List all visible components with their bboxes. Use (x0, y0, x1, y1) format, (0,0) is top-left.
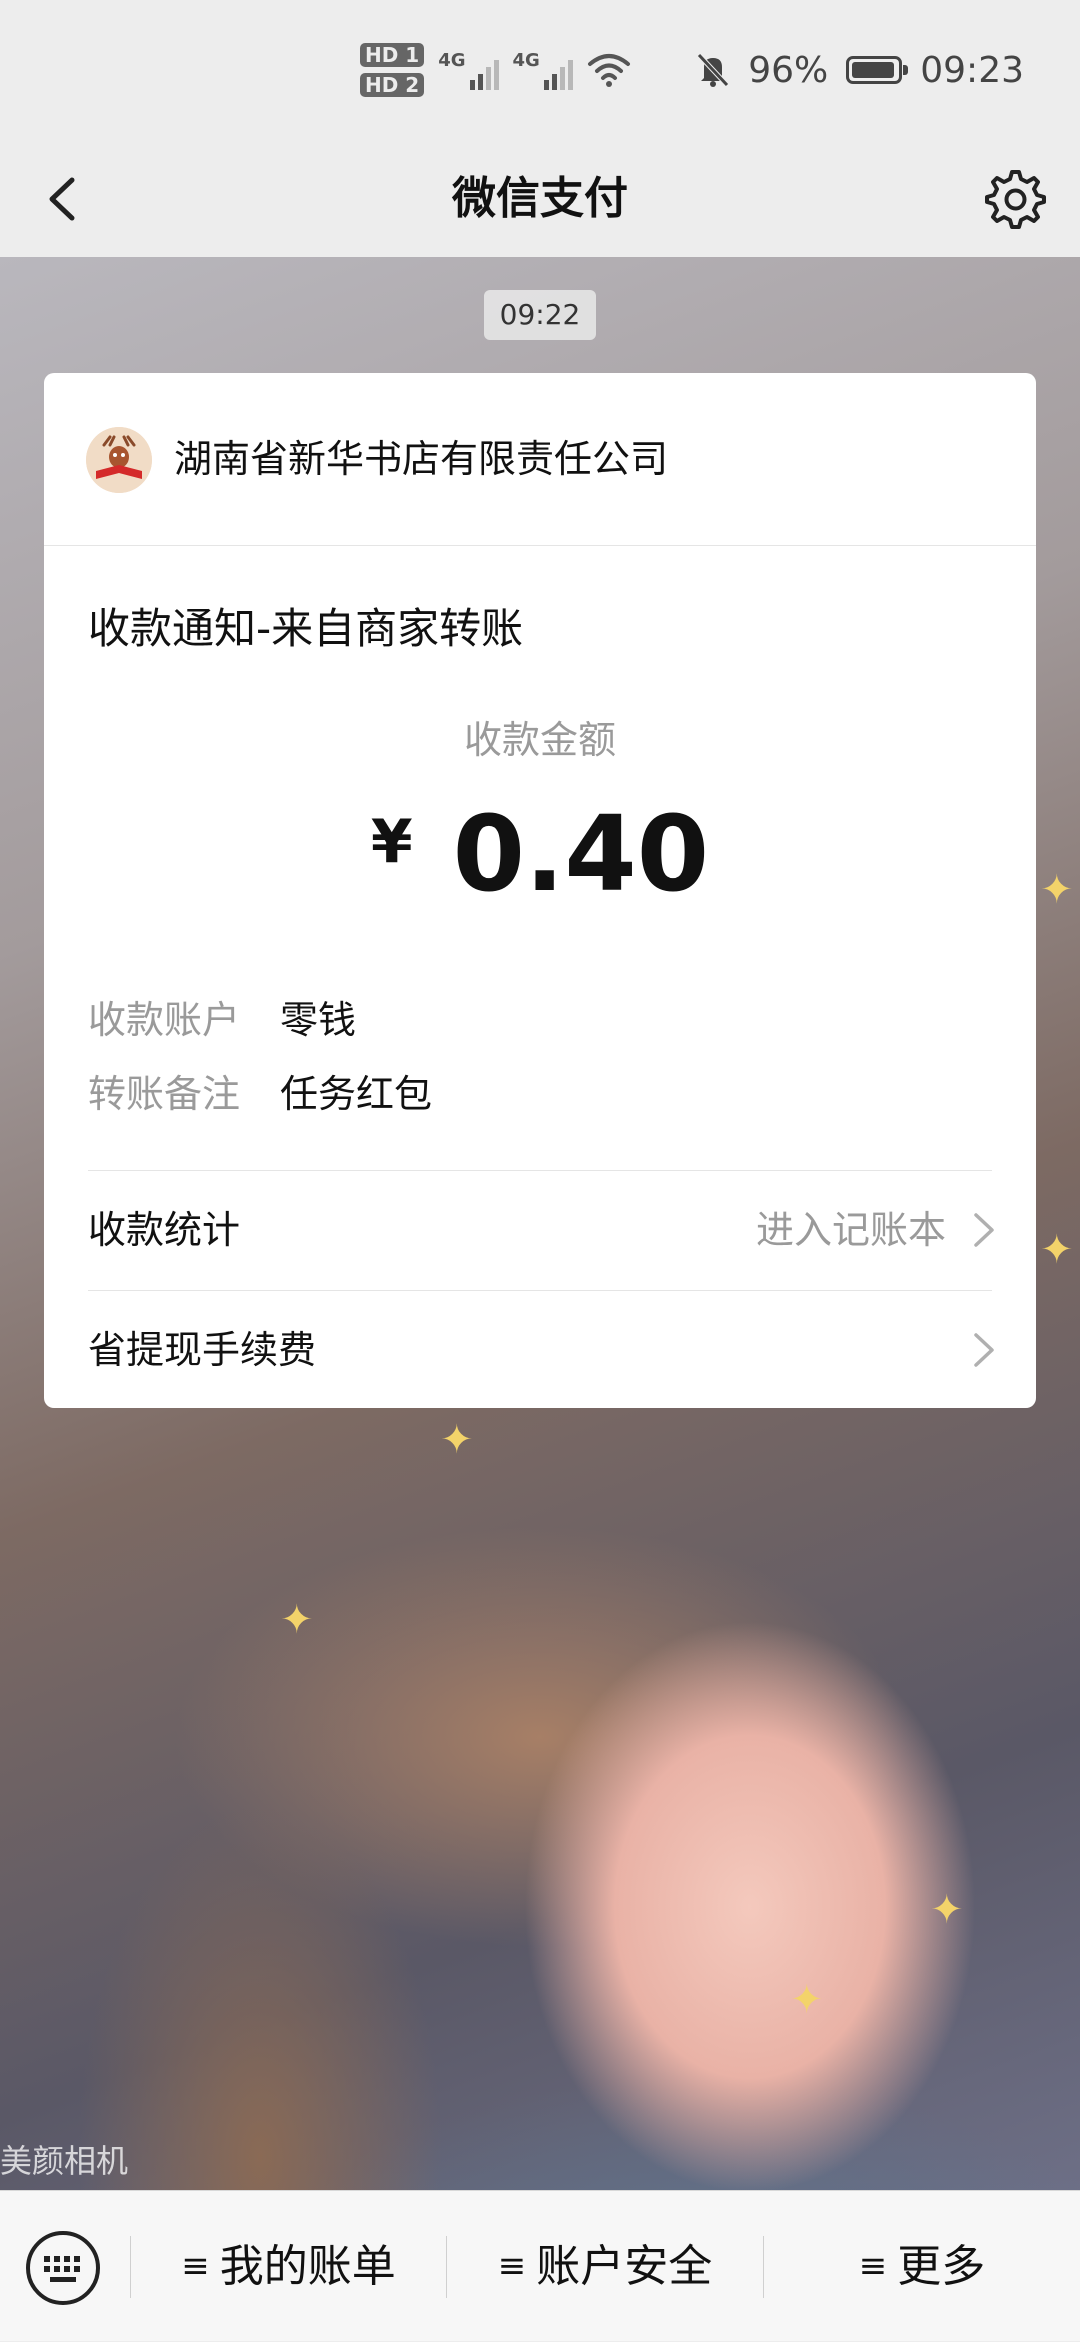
sparkle-icon: ✦ (930, 1887, 964, 1933)
status-bar: HD 1 HD 2 4G 4G 96% 09:23 (0, 0, 1080, 140)
amount-display: ¥0.40 (44, 793, 1036, 923)
amount-label: 收款金额 (463, 718, 616, 762)
chevron-right-icon (974, 1333, 994, 1367)
net1-label: 4G (438, 50, 466, 71)
menu-lines-icon: ≡ (858, 2246, 888, 2286)
save-fee-row[interactable]: 省提现手续费 (44, 1291, 1036, 1408)
detail-key: 收款账户 (88, 998, 241, 1042)
title-bar: 微信支付 (0, 140, 1080, 257)
hd1-badge: HD 1 (360, 43, 425, 67)
signal-2: 4G (513, 50, 573, 90)
keyboard-icon (26, 2231, 100, 2305)
hd2-badge: HD 2 (360, 73, 425, 97)
battery-icon (846, 56, 909, 84)
keyboard-toggle-button[interactable] (24, 2229, 102, 2307)
mute-bell-icon (697, 53, 730, 87)
detail-row-account: 收款账户 零钱 (88, 989, 356, 1044)
menu-lines-icon: ≡ (181, 2246, 210, 2286)
signal-bars-icon (469, 56, 499, 90)
menu-account-security[interactable]: ≡ 账户安全 (447, 2191, 763, 2341)
chevron-right-icon (974, 1213, 994, 1247)
settings-button[interactable] (978, 162, 1050, 234)
merchant-row[interactable]: 湖南省新华书店有限责任公司 (44, 373, 1036, 546)
deer-logo-icon (86, 427, 152, 493)
menu-lines-icon: ≡ (497, 2246, 527, 2286)
notice-title: 收款通知-来自商家转账 (88, 604, 524, 653)
merchant-logo (86, 427, 152, 493)
link-hint: 进入记账本 (755, 1208, 946, 1252)
net2-label: 4G (512, 50, 540, 71)
network-indicators: HD 1 HD 2 4G 4G (360, 0, 631, 140)
battery-percent: 96% (748, 49, 829, 91)
sparkle-icon: ✦ (790, 1977, 824, 2023)
link-label: 省提现手续费 (88, 1328, 317, 1372)
link-label: 收款统计 (88, 1208, 241, 1252)
detail-value: 零钱 (280, 998, 357, 1042)
clock: 09:23 (920, 49, 1024, 91)
sparkle-icon: ✦ (440, 1417, 474, 1463)
payment-notification-card[interactable]: 湖南省新华书店有限责任公司 收款通知-来自商家转账 收款金额 ¥0.40 收款账… (44, 373, 1036, 1408)
menu-label: 我的账单 (219, 2241, 396, 2292)
sparkle-icon: ✦ (280, 1597, 314, 1643)
page-title: 微信支付 (452, 173, 628, 224)
detail-key: 转账备注 (88, 1072, 241, 1116)
merchant-name: 湖南省新华书店有限责任公司 (174, 437, 669, 481)
wifi-icon (587, 54, 630, 87)
gear-icon (985, 170, 1046, 229)
amount-value: 0.40 (452, 793, 710, 915)
menu-more[interactable]: ≡ 更多 (764, 2191, 1080, 2341)
currency-symbol: ¥ (370, 807, 413, 877)
sparkle-icon: ✦ (1040, 1227, 1074, 1273)
signal-1: 4G (438, 50, 499, 90)
signal-bars-icon (543, 56, 573, 90)
menu-label: 账户安全 (536, 2241, 713, 2292)
message-timestamp: 09:22 (484, 290, 596, 340)
receipt-stats-row[interactable]: 收款统计 进入记账本 (44, 1171, 1036, 1289)
sparkle-icon: ✦ (1040, 867, 1074, 913)
photo-watermark: 美颜相机 (0, 2142, 129, 2180)
bottom-menu: ≡ 我的账单 ≡ 账户安全 ≡ 更多 (0, 2190, 1080, 2341)
detail-value: 任务红包 (280, 1072, 433, 1116)
battery-fill (852, 62, 895, 78)
system-indicators: 96% 09:23 (696, 0, 1024, 140)
detail-row-remark: 转账备注 任务红包 (88, 1063, 432, 1118)
menu-label: 更多 (897, 2241, 986, 2292)
hd-badges: HD 1 HD 2 (360, 43, 425, 97)
menu-my-bills[interactable]: ≡ 我的账单 (131, 2191, 446, 2341)
